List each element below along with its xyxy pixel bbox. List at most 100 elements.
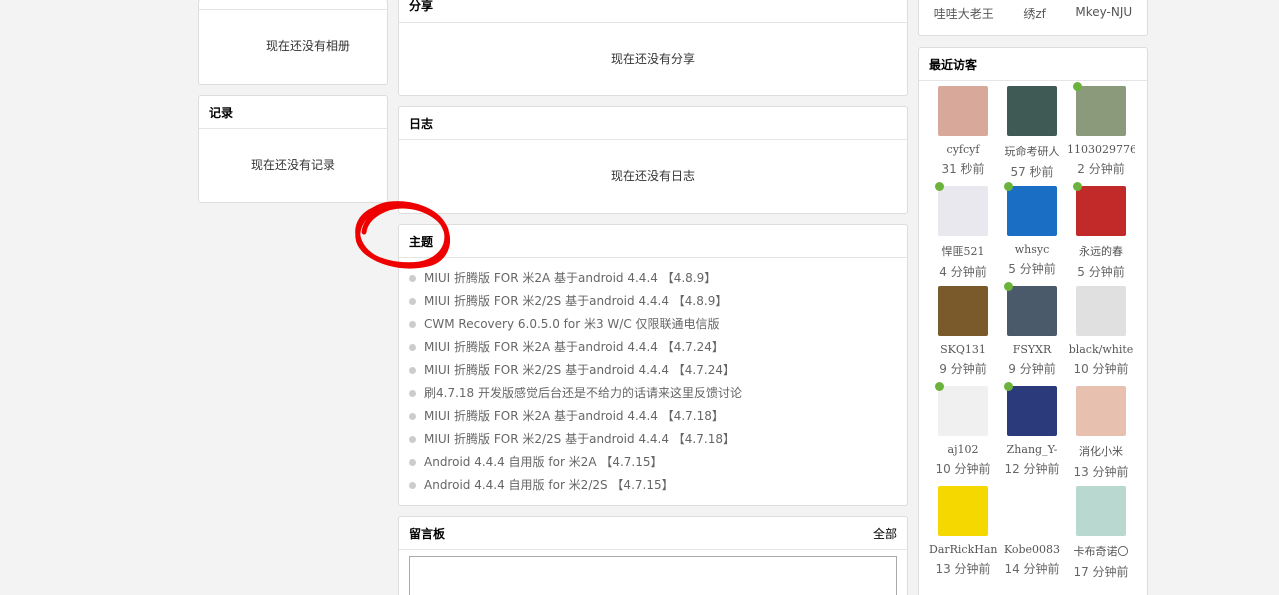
visitor-name[interactable]: 消化小米 xyxy=(1067,443,1135,459)
bullet-icon xyxy=(409,482,416,489)
online-status-icon xyxy=(935,382,944,391)
visit-time: 9 分钟前 xyxy=(939,362,987,376)
visitor-name[interactable]: 玩命考研人 xyxy=(998,143,1066,159)
list-item: Android 4.4.4 自用版 for 米2/2S 【4.7.15】 xyxy=(409,474,907,497)
avatar[interactable] xyxy=(938,86,988,136)
visitor-name[interactable]: 永远的春 xyxy=(1067,243,1135,259)
bullet-icon xyxy=(409,275,416,282)
avatar[interactable] xyxy=(938,386,988,436)
visitor-name[interactable]: FSYXR xyxy=(998,343,1066,356)
visitor-grid: cyfcyf 31 秒前 玩命考研人 57 秒前 1103029776 2 分钟前悍匪52… xyxy=(919,81,1147,586)
avatar[interactable] xyxy=(938,286,988,336)
topics-header: 主题 xyxy=(399,225,907,258)
visitor-item: aj102 10 分钟前 xyxy=(929,382,997,486)
topic-link[interactable]: Android 4.4.4 自用版 for 米2/2S 【4.7.15】 xyxy=(424,474,674,497)
list-item: MIUI 折腾版 FOR 米2/2S 基于android 4.4.4 【4.7.… xyxy=(409,359,907,382)
online-status-icon xyxy=(1004,382,1013,391)
visit-time: 13 分钟前 xyxy=(1073,465,1129,479)
bullet-icon xyxy=(409,436,416,443)
avatar[interactable] xyxy=(938,486,988,536)
visit-time: 57 秒前 xyxy=(1010,165,1054,179)
avatar[interactable] xyxy=(1007,286,1057,336)
visitor-item: 永远的春 5 分钟前 xyxy=(1067,182,1135,286)
diary-title: 日志 xyxy=(409,116,434,131)
avatar[interactable] xyxy=(1007,186,1057,236)
bullet-icon xyxy=(409,459,416,466)
list-item: MIUI 折腾版 FOR 米2/2S 基于android 4.4.4 【4.7.… xyxy=(409,428,907,451)
diary-empty-text: 现在还没有日志 xyxy=(610,169,695,183)
message-board-panel: 留言板 全部 xyxy=(398,516,908,595)
avatar[interactable] xyxy=(1007,386,1057,436)
avatar[interactable] xyxy=(1076,186,1126,236)
visit-time: 4 分钟前 xyxy=(939,265,987,279)
visitor-name[interactable]: DarRickHan xyxy=(929,543,997,556)
topics-title: 主题 xyxy=(409,234,434,249)
visit-time: 31 秒前 xyxy=(941,162,985,176)
topic-link[interactable]: MIUI 折腾版 FOR 米2A 基于android 4.4.4 【4.8.9】 xyxy=(424,267,716,290)
visitor-name[interactable]: 悍匪521 xyxy=(929,243,997,259)
topic-link[interactable]: MIUI 折腾版 FOR 米2/2S 基于android 4.4.4 【4.8.… xyxy=(424,290,727,313)
avatar[interactable] xyxy=(938,186,988,236)
friend-name[interactable]: Mkey-NJU xyxy=(1075,5,1132,22)
visitor-name[interactable]: aj102 xyxy=(929,443,997,456)
avatar[interactable] xyxy=(1007,486,1057,536)
records-panel: 记录 现在还没有记录 xyxy=(198,95,388,203)
visit-time: 13 分钟前 xyxy=(935,562,991,576)
topic-link[interactable]: MIUI 折腾版 FOR 米2/2S 基于android 4.4.4 【4.7.… xyxy=(424,359,735,382)
visit-time: 10 分钟前 xyxy=(1073,362,1129,376)
online-status-icon xyxy=(935,182,944,191)
share-header: 分享 xyxy=(399,0,907,23)
topics-panel: 主题 MIUI 折腾版 FOR 米2A 基于android 4.4.4 【4.8… xyxy=(398,224,908,506)
visitor-item: 1103029776 2 分钟前 xyxy=(1067,82,1135,186)
bullet-icon xyxy=(409,367,416,374)
visit-time: 12 分钟前 xyxy=(1004,462,1060,476)
share-panel: 分享 现在还没有分享 xyxy=(398,0,908,96)
avatar[interactable] xyxy=(1076,386,1126,436)
message-input[interactable] xyxy=(409,556,897,595)
list-item: MIUI 折腾版 FOR 米2A 基于android 4.4.4 【4.8.9】 xyxy=(409,267,907,290)
visitor-item: Zhang_Y- 12 分钟前 xyxy=(998,382,1066,486)
visit-time: 2 分钟前 xyxy=(1077,162,1125,176)
view-all-link[interactable]: 全部 xyxy=(873,525,897,542)
topic-link[interactable]: MIUI 折腾版 FOR 米2/2S 基于android 4.4.4 【4.7.… xyxy=(424,428,735,451)
avatar[interactable] xyxy=(1076,486,1126,536)
topic-link[interactable]: CWM Recovery 6.0.5.0 for 米3 W/C 仅限联通电信版 xyxy=(424,313,720,336)
visitor-item: black/white 10 分钟前 xyxy=(1067,286,1135,386)
recent-visitors-header: 最近访客 xyxy=(919,48,1147,81)
avatar[interactable] xyxy=(1076,86,1126,136)
list-item: MIUI 折腾版 FOR 米2/2S 基于android 4.4.4 【4.8.… xyxy=(409,290,907,313)
avatar[interactable] xyxy=(1076,286,1126,336)
visitor-name[interactable]: whsyc xyxy=(998,243,1066,256)
visitor-item: cyfcyf 31 秒前 xyxy=(929,86,997,186)
list-item: 刷4.7.18 开发版感觉后台还是不给力的话请来这里反馈讨论 xyxy=(409,382,907,405)
topic-link[interactable]: MIUI 折腾版 FOR 米2A 基于android 4.4.4 【4.7.24… xyxy=(424,336,724,359)
visitor-name[interactable]: cyfcyf xyxy=(929,143,997,156)
visit-time: 9 分钟前 xyxy=(1008,362,1056,376)
bullet-icon xyxy=(409,413,416,420)
friend-name[interactable]: 哇哇大老王 xyxy=(934,5,994,22)
topic-link[interactable]: Android 4.4.4 自用版 for 米2A 【4.7.15】 xyxy=(424,451,663,474)
avatar[interactable] xyxy=(1007,86,1057,136)
visitor-name[interactable]: Kobe0083 xyxy=(998,543,1066,556)
share-empty-text: 现在还没有分享 xyxy=(610,52,695,66)
visitor-name[interactable]: black/white xyxy=(1067,343,1135,356)
friends-list: 哇哇大老王 绣zf Mkey-NJU xyxy=(919,0,1147,22)
topic-link[interactable]: 刷4.7.18 开发版感觉后台还是不给力的话请来这里反馈讨论 xyxy=(424,382,742,405)
visitor-name[interactable]: 1103029776 xyxy=(1067,143,1135,156)
list-item: MIUI 折腾版 FOR 米2A 基于android 4.4.4 【4.7.18… xyxy=(409,405,907,428)
records-empty-text: 现在还没有记录 xyxy=(250,158,335,172)
visitor-name[interactable]: SKQ131 xyxy=(929,343,997,356)
online-status-icon xyxy=(1073,182,1082,191)
visit-time: 5 分钟前 xyxy=(1008,262,1056,276)
visitor-name[interactable]: Zhang_Y- xyxy=(998,443,1066,456)
visitor-name[interactable]: 卡布奇诺〇 xyxy=(1067,543,1135,559)
bullet-icon xyxy=(409,298,416,305)
album-panel: 现在还没有相册 xyxy=(198,0,388,85)
friend-name[interactable]: 绣zf xyxy=(1023,5,1046,22)
topics-list: MIUI 折腾版 FOR 米2A 基于android 4.4.4 【4.8.9】… xyxy=(399,258,907,497)
topic-link[interactable]: MIUI 折腾版 FOR 米2A 基于android 4.4.4 【4.7.18… xyxy=(424,405,724,428)
visitor-item: 玩命考研人 57 秒前 xyxy=(998,86,1066,186)
album-header xyxy=(199,0,387,10)
diary-panel: 日志 现在还没有日志 xyxy=(398,106,908,214)
bullet-icon xyxy=(409,390,416,397)
